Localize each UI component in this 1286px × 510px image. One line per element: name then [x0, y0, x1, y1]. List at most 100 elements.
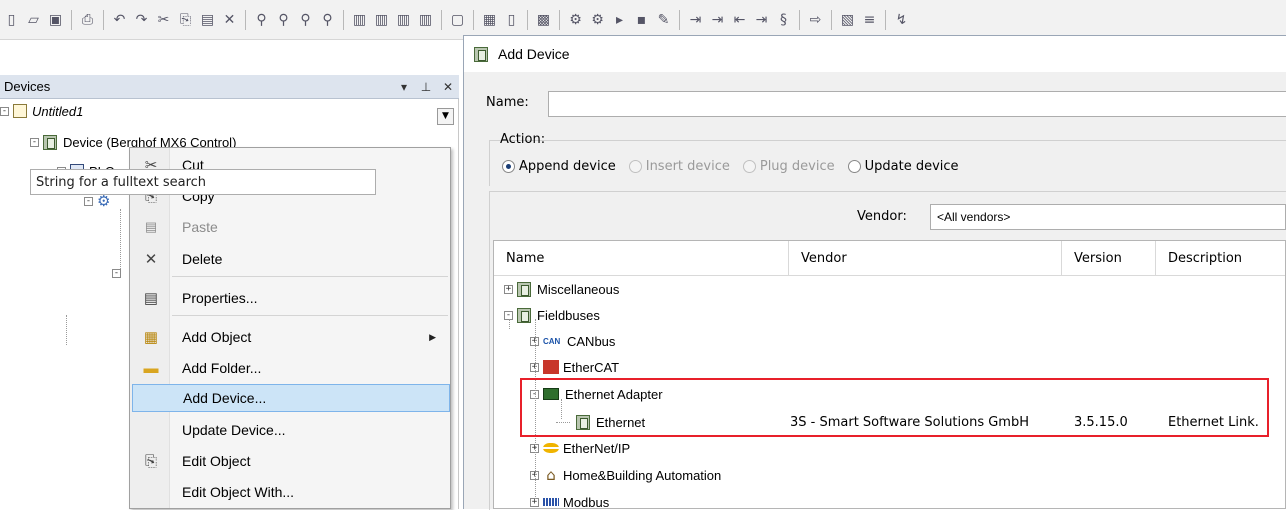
radio-button[interactable] [502, 160, 515, 173]
build-all-icon[interactable]: ▥ [372, 10, 391, 29]
write-values-icon[interactable]: ≡ [860, 10, 879, 29]
menu-item-add-device[interactable]: Add Device... [132, 384, 450, 412]
radio-append-device[interactable]: Append device [502, 159, 616, 174]
menu-item-paste[interactable]: ▤ Paste [132, 213, 450, 241]
radio-button[interactable] [847, 160, 861, 173]
clean-icon[interactable]: ▥ [416, 10, 435, 29]
toolbar-separator [441, 9, 442, 30]
window-icon[interactable]: ▢ [448, 10, 467, 29]
name-input[interactable] [548, 91, 1286, 117]
build-icon[interactable]: ▥ [350, 10, 369, 29]
delete-icon[interactable]: ✕ [220, 10, 239, 29]
redo-icon[interactable]: ↷ [132, 10, 151, 29]
device-icon [474, 46, 488, 62]
toolbar-separator [473, 9, 474, 30]
menu-item-update-device[interactable]: Update Device... [132, 416, 450, 444]
table-row-ethernet[interactable]: Ethernet 3S - Smart Software Solutions G… [494, 409, 1285, 435]
device-icon [43, 134, 57, 150]
menu-item-label: Properties... [182, 290, 258, 306]
find-replace-icon[interactable]: ⚲ [318, 10, 337, 29]
column-header-description[interactable]: Description [1156, 241, 1285, 276]
menu-item-edit-object[interactable]: ⎘ Edit Object [132, 447, 450, 475]
table-row[interactable]: + Modbus [494, 489, 1285, 508]
fulltext-search-input[interactable] [30, 169, 376, 195]
tree-item-collapsed[interactable]: - [112, 263, 125, 283]
force-values-icon[interactable]: ▧ [838, 10, 857, 29]
radio-button[interactable] [742, 160, 756, 173]
set-next-icon[interactable]: § [774, 10, 793, 29]
reset-icon[interactable]: ✎ [654, 10, 673, 29]
action-label: Action: [500, 132, 546, 147]
table-row[interactable]: + CAN CANbus [494, 328, 1285, 354]
radio-plug-device[interactable]: Plug device [742, 159, 835, 174]
new-project-icon[interactable]: ▯ [2, 10, 21, 29]
row-name: EtherNet/IP [563, 440, 631, 456]
find-icon[interactable]: ⚲ [252, 10, 271, 29]
stop-icon[interactable]: ▪ [632, 10, 651, 29]
expand-icon[interactable]: + [504, 284, 513, 294]
login-icon[interactable]: ⚙ [566, 10, 585, 29]
run-to-cursor-icon[interactable]: ⇥ [752, 10, 771, 29]
document-icon[interactable]: ▯ [502, 10, 521, 29]
radio-label: Plug device [759, 159, 835, 174]
rebuild-icon[interactable]: ▥ [394, 10, 413, 29]
toolbar-separator [245, 9, 246, 30]
toolbar-separator [831, 9, 832, 30]
paste-icon[interactable]: ▤ [198, 10, 217, 29]
radio-button[interactable] [628, 160, 642, 173]
menu-item-edit-object-with[interactable]: Edit Object With... [132, 478, 450, 506]
collapse-icon[interactable]: - [30, 137, 39, 147]
table-row[interactable]: + ⌂ Home&Building Automation [494, 462, 1285, 488]
menu-item-add-object[interactable]: ▦ Add Object ▶ [132, 323, 450, 351]
step-into-icon[interactable]: ⇥ [708, 10, 727, 29]
radio-insert-device[interactable]: Insert device [628, 159, 730, 174]
name-label: Name: [486, 95, 529, 110]
collapse-icon[interactable]: - [112, 268, 121, 278]
vendor-select[interactable]: <All vendors> [930, 204, 1286, 230]
tree-connector [120, 209, 121, 269]
collapse-icon[interactable]: - [84, 196, 93, 206]
tree-item-project[interactable]: - Untitled1 [0, 101, 83, 121]
replace-icon[interactable]: ⚲ [296, 10, 315, 29]
table-row[interactable]: + EtherCAT [494, 354, 1285, 380]
panel-menu-icon[interactable]: ▾ [393, 80, 415, 94]
pin-icon[interactable]: ⊥ [415, 80, 437, 94]
row-name: Home&Building Automation [563, 467, 722, 483]
unforce-icon[interactable]: ↯ [892, 10, 911, 29]
open-project-icon[interactable]: ▱ [24, 10, 43, 29]
radio-update-device[interactable]: Update device [847, 159, 959, 174]
undo-icon[interactable]: ↶ [110, 10, 129, 29]
panel-dropdown-arrow-icon[interactable]: ▼ [437, 108, 454, 125]
collapse-icon[interactable]: - [0, 106, 9, 116]
menu-item-properties[interactable]: ▤ Properties... [132, 284, 450, 312]
menu-item-label: Delete [182, 251, 223, 267]
row-name: Ethernet Adapter [565, 386, 663, 402]
print-icon[interactable]: ⎙ [78, 10, 97, 29]
find-next-icon[interactable]: ⚲ [274, 10, 293, 29]
menu-item-delete[interactable]: ✕ Delete [132, 245, 450, 273]
start-icon[interactable]: ▸ [610, 10, 629, 29]
device-list-grid: Name Vendor Version Description + Miscel… [493, 240, 1286, 509]
copy-icon[interactable]: ⎘ [176, 10, 195, 29]
toolbar-separator [103, 9, 104, 30]
column-header-version[interactable]: Version [1062, 241, 1156, 276]
column-header-vendor[interactable]: Vendor [789, 241, 1062, 276]
table-row[interactable]: - Ethernet Adapter [494, 381, 1285, 407]
menu-item-add-folder[interactable]: ▬ Add Folder... [132, 354, 450, 382]
step-over-icon[interactable]: ⇥ [686, 10, 705, 29]
show-next-icon[interactable]: ⇨ [806, 10, 825, 29]
table-row[interactable]: + Miscellaneous [494, 276, 1285, 302]
close-icon[interactable]: ✕ [437, 80, 459, 94]
column-header-name[interactable]: Name [494, 241, 789, 276]
step-out-icon[interactable]: ⇤ [730, 10, 749, 29]
table-row[interactable]: + EtherNet/IP [494, 435, 1285, 461]
save-icon[interactable]: ▣ [46, 10, 65, 29]
table-row[interactable]: - Fieldbuses [494, 302, 1285, 328]
logout-icon[interactable]: ⚙ [588, 10, 607, 29]
add-object-icon[interactable]: ▦ [480, 10, 499, 29]
ethernet-ip-icon [543, 443, 559, 453]
cut-icon[interactable]: ✂ [154, 10, 173, 29]
project-label: Untitled1 [32, 103, 84, 119]
keypad-icon[interactable]: ▩ [534, 10, 553, 29]
row-version: 3.5.15.0 [1074, 414, 1128, 430]
